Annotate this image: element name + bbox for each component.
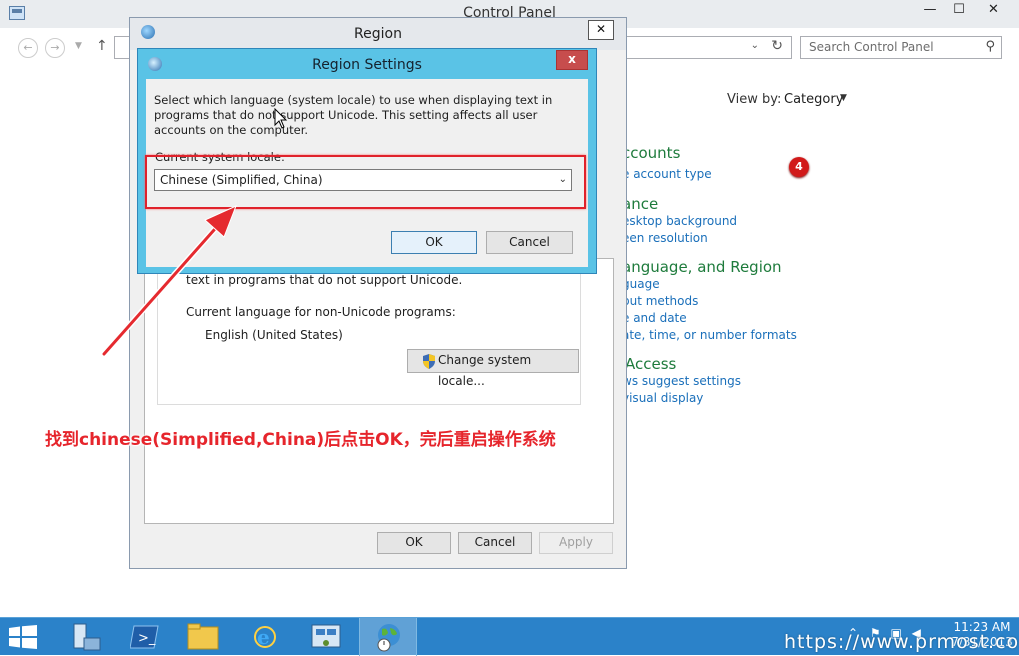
annotation-text: 找到chinese(Simplified,China)后点击OK，完后重启操作系… xyxy=(45,430,556,450)
start-button[interactable] xyxy=(0,618,58,656)
svg-text:>_: >_ xyxy=(138,631,156,646)
windows-logo-icon xyxy=(9,625,37,649)
powershell-taskbar-button[interactable]: >_ xyxy=(116,618,174,656)
watermark-text: https://www.prmost.com xyxy=(784,631,1019,653)
server-manager-icon xyxy=(73,623,101,651)
folder-icon xyxy=(187,623,219,650)
annotation-arrow xyxy=(101,205,237,357)
file-explorer-taskbar-button[interactable] xyxy=(175,618,233,656)
svg-text:e: e xyxy=(257,625,270,649)
region-taskbar-button[interactable] xyxy=(359,618,417,656)
powershell-icon: >_ xyxy=(130,625,159,649)
control-panel-taskbar-icon xyxy=(311,624,341,648)
server-manager-taskbar-button[interactable] xyxy=(58,618,116,656)
control-panel-taskbar-button[interactable] xyxy=(297,618,355,656)
internet-explorer-icon: e xyxy=(254,625,276,649)
internet-explorer-taskbar-button[interactable]: e xyxy=(236,618,294,656)
globe-clock-icon xyxy=(377,624,400,652)
